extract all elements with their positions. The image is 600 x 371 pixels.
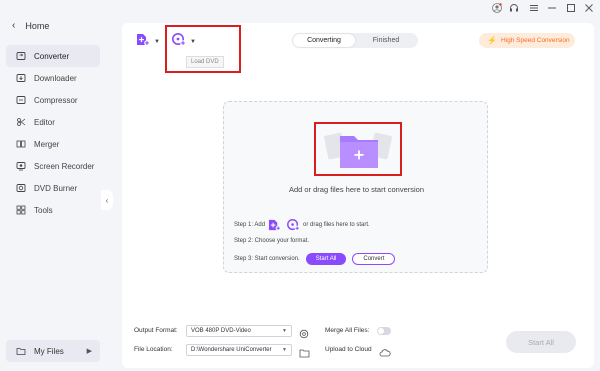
user-icon[interactable] (492, 3, 502, 15)
sidebar-item-converter[interactable]: Converter (6, 45, 100, 67)
high-speed-label: High Speed Conversion (500, 37, 570, 44)
cloud-icon[interactable] (379, 345, 391, 363)
step-3: Step 3: Start conversion. Start All Conv… (234, 253, 396, 265)
file-location-select[interactable]: D:\Wondershare UniConverter ▼ (186, 344, 292, 356)
sidebar-item-merger[interactable]: Merger (6, 133, 100, 155)
sidebar-item-compressor[interactable]: Compressor (6, 89, 100, 111)
start-all-button[interactable]: Start All (506, 331, 576, 353)
output-format-value: VOB 480P DVD-Video (191, 328, 251, 334)
start-all-button[interactable]: Start All (305, 253, 347, 265)
status-tabs: Converting Finished (292, 33, 418, 48)
sidebar-item-tools[interactable]: Tools (6, 199, 100, 221)
output-format-label: Output Format: (134, 327, 178, 334)
my-files-button[interactable]: My Files ▶ (6, 340, 100, 362)
tab-converting[interactable]: Converting (293, 34, 355, 47)
support-icon[interactable] (509, 3, 519, 15)
highlight-box (314, 122, 402, 176)
file-location-label: File Location: (134, 346, 173, 353)
step-1: Step 1: Add or drag files here to start. (234, 219, 370, 231)
highlight-box (165, 25, 241, 73)
step1-label: Step 1: Add (234, 222, 266, 228)
sidebar-item-label: Tools (34, 205, 53, 215)
format-settings-icon[interactable] (299, 326, 309, 344)
load-dvd-icon[interactable] (287, 219, 300, 231)
add-files-button[interactable]: ▼ (136, 33, 160, 51)
back-arrow-icon: ‹ (12, 20, 16, 31)
sidebar-item-label: Downloader (34, 73, 77, 83)
merge-all-toggle[interactable] (377, 327, 391, 335)
compressor-icon (16, 95, 26, 105)
screen-recorder-icon (16, 161, 26, 171)
close-icon[interactable] (584, 3, 594, 15)
chevron-right-icon: ▶ (86, 348, 92, 355)
sidebar-item-screen-recorder[interactable]: Screen Recorder (6, 155, 100, 177)
sidebar-item-label: Merger (34, 139, 60, 149)
app-window: ‹ Home Converter Downloader Compressor E… (0, 0, 600, 371)
step-2: Step 2: Choose your format. (234, 238, 310, 244)
file-location-value: D:\Wondershare UniConverter (191, 347, 272, 353)
my-files-label: My Files (34, 346, 64, 356)
sidebar-item-label: Screen Recorder (34, 161, 95, 171)
merger-icon (16, 139, 26, 149)
step1-suffix: or drag files here to start. (303, 222, 370, 228)
downloader-icon (16, 73, 26, 83)
output-format-select[interactable]: VOB 480P DVD-Video ▼ (186, 325, 292, 337)
sidebar-item-label: Converter (34, 51, 70, 61)
maximize-icon[interactable] (566, 3, 576, 15)
toolbar: ▼ ▼ Load DVD Converting Finished ⚡ High … (122, 23, 594, 73)
bottom-bar: Output Format: VOB 480P DVD-Video ▼ Merg… (122, 321, 594, 366)
folder-icon (16, 346, 26, 356)
home-label: Home (25, 20, 50, 31)
lightning-icon: ⚡ (487, 36, 497, 45)
editor-icon (16, 117, 26, 127)
merge-all-label: Merge All Files: (325, 327, 370, 334)
tab-finished[interactable]: Finished (355, 34, 417, 47)
minimize-icon[interactable] (547, 3, 557, 15)
sidebar-item-label: DVD Burner (34, 183, 78, 193)
add-file-icon[interactable] (268, 219, 281, 231)
sidebar-item-dvd-burner[interactable]: DVD Burner (6, 177, 100, 199)
upload-to-cloud-label: Upload to Cloud (325, 346, 372, 353)
chevron-down-icon[interactable]: ▼ (154, 39, 160, 45)
main-panel: ▼ ▼ Load DVD Converting Finished ⚡ High … (122, 23, 594, 368)
step3-label: Step 3: Start conversion. (234, 256, 300, 262)
home-link[interactable]: ‹ Home (12, 20, 49, 31)
sidebar-item-label: Compressor (34, 95, 78, 105)
sidebar-item-editor[interactable]: Editor (6, 111, 100, 133)
drop-zone-text: Add or drag files here to start conversi… (288, 185, 425, 194)
high-speed-conversion-toggle[interactable]: ⚡ High Speed Conversion (479, 33, 575, 48)
add-file-icon (136, 33, 150, 51)
dvd-burner-icon (16, 183, 26, 193)
tools-icon (16, 205, 26, 215)
folder-icon[interactable] (299, 345, 310, 363)
chevron-down-icon: ▼ (282, 347, 287, 353)
sidebar-item-label: Editor (34, 117, 55, 127)
menu-icon[interactable] (529, 3, 539, 15)
sidebar: ‹ Home Converter Downloader Compressor E… (0, 0, 122, 371)
chevron-down-icon: ▼ (282, 328, 287, 334)
collapse-sidebar-button[interactable]: ‹ (101, 190, 113, 210)
sidebar-item-downloader[interactable]: Downloader (6, 67, 100, 89)
converter-icon (16, 51, 26, 61)
convert-button[interactable]: Convert (352, 253, 396, 265)
drop-zone[interactable]: Add or drag files here to start conversi… (223, 101, 488, 273)
sidebar-nav: Converter Downloader Compressor Editor M… (6, 45, 100, 221)
